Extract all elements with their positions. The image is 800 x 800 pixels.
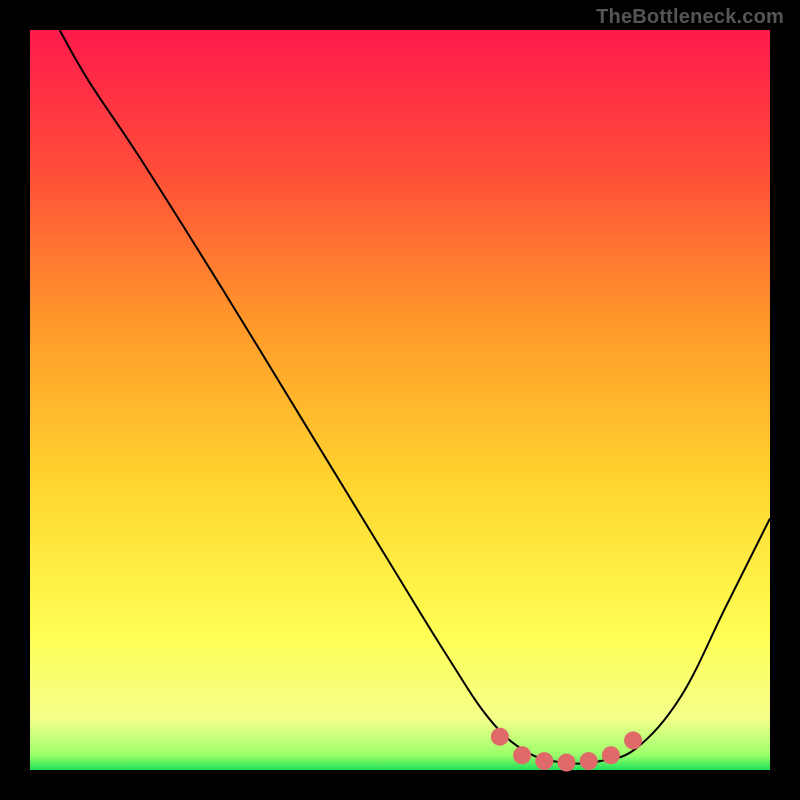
chart-svg [0, 0, 800, 800]
plot-background [30, 30, 770, 770]
curve-marker [624, 731, 642, 749]
watermark-text: TheBottleneck.com [596, 6, 784, 29]
curve-marker [535, 752, 553, 770]
curve-marker [513, 746, 531, 764]
curve-marker [602, 746, 620, 764]
curve-marker [558, 754, 576, 772]
curve-marker [580, 752, 598, 770]
chart-container: TheBottleneck.com [0, 0, 800, 800]
curve-marker [491, 728, 509, 746]
